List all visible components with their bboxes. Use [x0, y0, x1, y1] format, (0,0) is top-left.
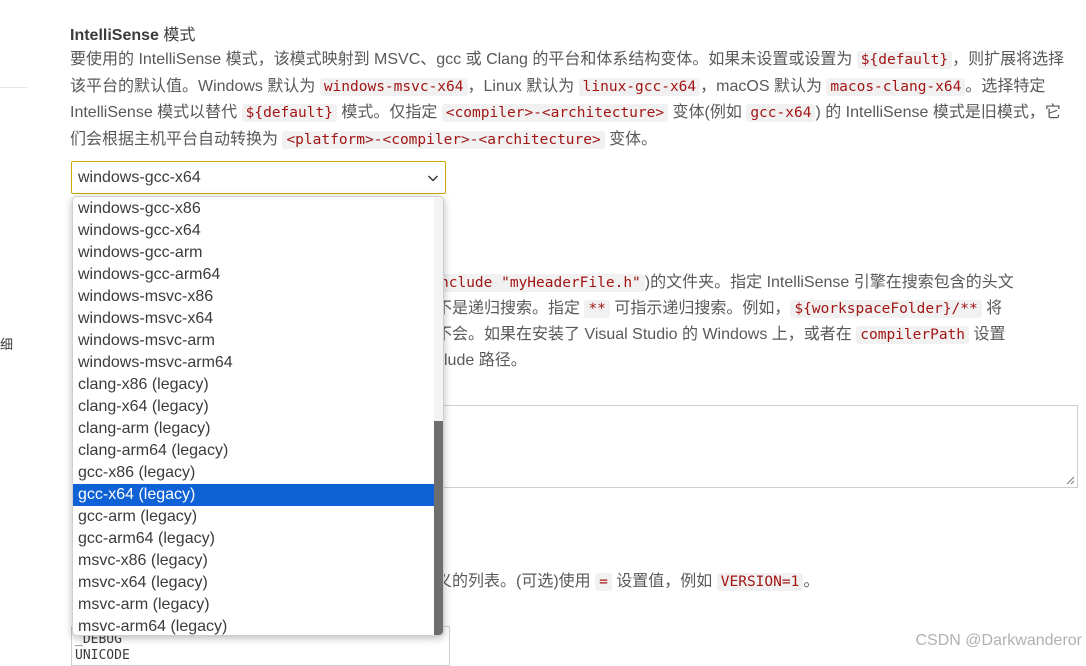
dropdown-option[interactable]: windows-msvc-x86 — [73, 286, 436, 308]
include-path-desc-line1: nclude "myHeaderFile.h")的文件夹。指定 IntelliS… — [436, 268, 1014, 292]
dropdown-option[interactable]: windows-gcc-arm64 — [73, 264, 436, 286]
include-path-desc-line4: clude 路径。 — [436, 346, 527, 370]
include-path-textarea[interactable] — [436, 405, 1078, 488]
dropdown-option[interactable]: gcc-arm64 (legacy) — [73, 528, 436, 550]
inline-code: ${default} — [241, 104, 337, 122]
inline-code: <compiler>-<architecture> — [441, 104, 669, 122]
include-path-desc-line2: 不是递归搜索。指定 ** 可指示递归搜索。例如， ${workspaceFolde… — [436, 294, 1002, 318]
inline-code: nclude "myHeaderFile.h" — [436, 274, 645, 292]
description-text: 设置值，例如 — [611, 573, 717, 590]
dropdown-option[interactable]: clang-x64 (legacy) — [73, 396, 436, 418]
inline-code: linux-gcc-x64 — [578, 77, 701, 96]
dropdown-option-list: windows-gcc-x86 windows-gcc-x64 windows-gc… — [73, 198, 436, 635]
dropdown-option[interactable]: msvc-x86 (legacy) — [73, 550, 436, 572]
left-panel-divider — [0, 87, 27, 88]
dropdown-option[interactable]: msvc-arm64 (legacy) — [73, 616, 436, 635]
select-value: windows-gcc-x64 — [78, 168, 201, 186]
inline-code: compilerPath — [856, 326, 970, 344]
inline-code: <platform>-<compiler>-<architecture> — [282, 130, 605, 149]
dropdown-option[interactable]: windows-msvc-arm64 — [73, 352, 436, 374]
setting-title: IntelliSense 模式 — [70, 21, 195, 45]
description-text: )的文件夹。指定 IntelliSense 引擎在搜索包含的头文 — [644, 274, 1014, 291]
inline-code: windows-msvc-x64 — [319, 77, 468, 96]
dropdown-option[interactable]: msvc-x64 (legacy) — [73, 572, 436, 594]
setting-description: 要使用的 IntelliSense 模式，该模式映射到 MSVC、gcc 或 C… — [70, 47, 1072, 153]
dropdown-option[interactable]: windows-msvc-arm — [73, 330, 436, 352]
dropdown-scrollbar-track[interactable] — [434, 197, 443, 635]
description-text: 不是递归搜索。指定 — [436, 300, 585, 317]
description-text: 设置 — [969, 326, 1006, 343]
description-text: ，Linux 默认为 — [467, 77, 579, 95]
dropdown-option[interactable]: windows-gcc-x64 — [73, 220, 436, 242]
description-text: 可指示递归搜索。例如， — [609, 300, 791, 317]
dropdown-option[interactable]: clang-arm (legacy) — [73, 418, 436, 440]
watermark: CSDN @Darkwanderor — [915, 632, 1082, 649]
setting-title-label: IntelliSense — [70, 27, 159, 44]
description-text: 。 — [803, 573, 820, 590]
intellisense-mode-dropdown[interactable]: windows-gcc-x86 windows-gcc-x64 windows-gc… — [72, 196, 444, 636]
description-text: 不会。如果在安装了 Visual Studio 的 Windows 上，或者在 — [436, 326, 857, 343]
inline-code: VERSION=1 — [716, 573, 804, 591]
description-text: ，macOS 默认为 — [700, 77, 827, 95]
dropdown-option[interactable]: gcc-x86 (legacy) — [73, 462, 436, 484]
chevron-down-icon — [427, 175, 439, 182]
dropdown-option[interactable]: clang-arm64 (legacy) — [73, 440, 436, 462]
dropdown-option[interactable]: gcc-arm (legacy) — [73, 506, 436, 528]
dropdown-option[interactable]: windows-gcc-x86 — [73, 198, 436, 220]
dropdown-option[interactable]: windows-msvc-x64 — [73, 308, 436, 330]
dropdown-option[interactable]: clang-x86 (legacy) — [73, 374, 436, 396]
inline-code: ${workspaceFolder}/** — [790, 300, 982, 318]
intellisense-mode-select[interactable]: windows-gcc-x64 — [71, 161, 446, 194]
setting-title-suffix: 模式 — [158, 27, 196, 44]
description-text: 将 — [981, 300, 1003, 317]
inline-code: = — [595, 573, 612, 591]
description-text: 变体(例如 — [668, 104, 747, 121]
resize-grip-icon[interactable] — [1065, 475, 1075, 485]
include-path-desc-line3: 不会。如果在安装了 Visual Studio 的 Windows 上，或者在 … — [436, 320, 1005, 344]
left-panel-fragment: 细 — [0, 337, 14, 352]
description-text: clude 路径。 — [436, 352, 527, 369]
description-text: 要使用的 IntelliSense 模式，该模式映射到 MSVC、gcc 或 C… — [70, 51, 857, 68]
description-text: 模式。仅指定 — [336, 104, 442, 121]
description-text: 变体。 — [604, 130, 658, 148]
defines-description: 义的列表。(可选)使用 = 设置值，例如 VERSION=1。 — [436, 567, 819, 591]
inline-code: ** — [584, 300, 610, 318]
dropdown-option[interactable]: msvc-arm (legacy) — [73, 594, 436, 616]
inline-code: macos-clang-x64 — [826, 77, 966, 96]
dropdown-option[interactable]: windows-gcc-arm — [73, 242, 436, 264]
defines-value: UNICODE — [75, 648, 130, 663]
dropdown-scrollbar-thumb[interactable] — [434, 421, 443, 635]
description-text: 义的列表。(可选)使用 — [436, 573, 596, 590]
inline-code: gcc-x64 — [746, 104, 816, 122]
dropdown-option[interactable]: gcc-x64 (legacy) — [73, 484, 436, 506]
inline-code: ${default} — [856, 51, 953, 69]
